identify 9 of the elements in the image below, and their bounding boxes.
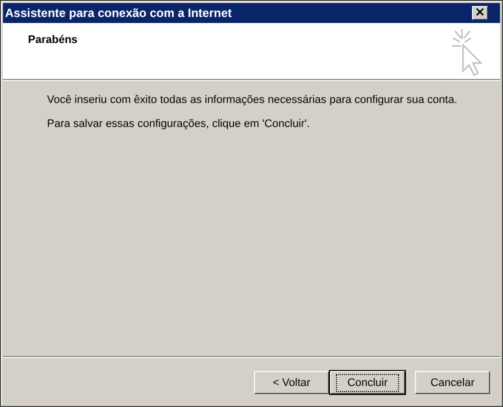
close-button[interactable]: × (472, 6, 488, 20)
dialog-button[interactable]: Cancelar (415, 371, 490, 394)
page-title: Parabéns (28, 34, 78, 48)
message-text: Para salvar essas configurações, clique em 'Concluir'. (47, 118, 311, 130)
window-title: Assistente para conexão com a Internet (5, 6, 232, 20)
dialog-button[interactable]: Concluir (330, 371, 405, 394)
dialog-button[interactable]: < Voltar (254, 371, 329, 394)
message-text: Você inseriu com êxito todas as informações necessárias para configurar sua conta. (47, 94, 458, 106)
cursor-sparkle-icon (450, 27, 486, 77)
